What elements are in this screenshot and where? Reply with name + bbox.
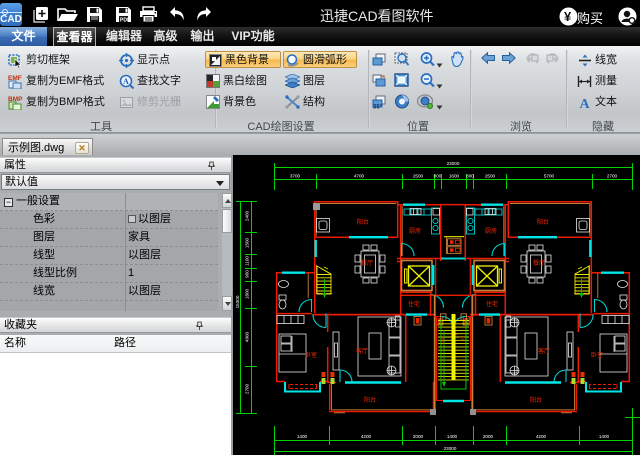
svg-text:4700: 4700 <box>354 174 365 179</box>
svg-text:1400: 1400 <box>297 434 308 439</box>
svg-text:餐厅: 餐厅 <box>361 259 373 267</box>
svg-text:1600: 1600 <box>449 174 460 179</box>
svg-text:23000: 23000 <box>447 161 460 166</box>
svg-text:1100: 1100 <box>245 256 250 266</box>
svg-text:3700: 3700 <box>290 174 301 179</box>
svg-text:900: 900 <box>245 270 250 278</box>
svg-text:2500: 2500 <box>413 174 424 179</box>
svg-text:厨房: 厨房 <box>409 227 421 235</box>
svg-text:4200: 4200 <box>361 434 372 439</box>
svg-text:4900: 4900 <box>245 331 250 342</box>
svg-text:5700: 5700 <box>544 174 555 179</box>
svg-text:住宅: 住宅 <box>486 300 498 308</box>
svg-text:800: 800 <box>434 174 442 179</box>
svg-text:1800: 1800 <box>245 288 250 299</box>
svg-text:卧室: 卧室 <box>591 351 603 359</box>
svg-text:2000: 2000 <box>483 434 494 439</box>
svg-text:15300: 15300 <box>235 295 240 308</box>
svg-text:4200: 4200 <box>536 434 547 439</box>
svg-text:阳台: 阳台 <box>357 218 369 226</box>
svg-text:客厅: 客厅 <box>356 347 368 355</box>
svg-text:客厅: 客厅 <box>538 347 550 355</box>
svg-text:2700: 2700 <box>245 383 250 394</box>
svg-text:2500: 2500 <box>485 174 496 179</box>
svg-text:¥: ¥ <box>564 9 572 24</box>
svg-text:住宅: 住宅 <box>408 300 420 308</box>
svg-text:23000: 23000 <box>444 446 457 451</box>
svg-text:阳台: 阳台 <box>537 218 549 226</box>
svg-text:A: A <box>123 77 129 86</box>
svg-text:2000: 2000 <box>413 434 424 439</box>
svg-text:PDF: PDF <box>120 18 130 24</box>
svg-text:阳台: 阳台 <box>364 396 376 404</box>
svg-text:1400: 1400 <box>447 434 458 439</box>
svg-text:1500: 1500 <box>245 237 250 248</box>
svg-text:800: 800 <box>466 174 474 179</box>
svg-text:上: 上 <box>440 336 445 343</box>
svg-text:卧室: 卧室 <box>305 351 317 359</box>
svg-text:2700: 2700 <box>607 174 618 179</box>
svg-text:1400: 1400 <box>599 434 610 439</box>
svg-text:2400: 2400 <box>245 210 250 221</box>
svg-text:厨房: 厨房 <box>485 227 497 235</box>
svg-text:餐厅: 餐厅 <box>533 259 545 267</box>
svg-text:阳台: 阳台 <box>530 396 542 404</box>
svg-text:下: 下 <box>459 337 464 343</box>
svg-text:A: A <box>580 97 591 109</box>
svg-text:35°: 35° <box>373 105 383 110</box>
